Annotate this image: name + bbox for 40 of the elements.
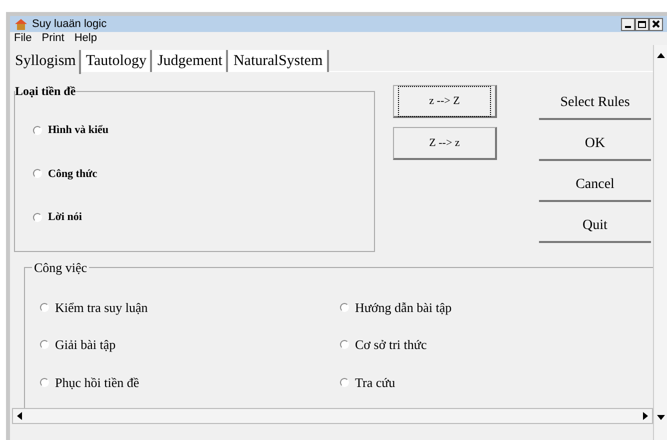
window-title: Suy luaän logic [32, 16, 107, 32]
convert-button[interactable]: Z --> z [393, 127, 497, 160]
radio-button[interactable] [40, 340, 49, 350]
horizontal-scrollbar[interactable] [12, 408, 653, 424]
radio-button[interactable] [33, 126, 42, 135]
radio-label[interactable]: Kiểm tra suy luận [55, 298, 148, 317]
maximize-button[interactable] [635, 18, 649, 30]
radio-button[interactable] [33, 169, 42, 178]
radio-label[interactable]: Hình và kiểu [48, 122, 109, 138]
radio-button[interactable] [40, 302, 49, 312]
radio-label[interactable]: Lời nói [48, 209, 82, 226]
up-arrow-icon[interactable] [656, 53, 664, 58]
down-arrow-icon[interactable] [656, 415, 664, 420]
radio-label[interactable]: Giải bài tập [55, 335, 116, 354]
tab[interactable]: Syllogism [12, 50, 81, 74]
radio-button[interactable] [33, 212, 42, 222]
convert-button[interactable]: z --> Z [393, 85, 497, 118]
minimize-button[interactable] [621, 18, 635, 30]
left-arrow-icon[interactable] [17, 412, 22, 420]
group-title: Loại tiền đề [15, 83, 76, 100]
menu-item[interactable]: Print [42, 32, 64, 45]
menu-item[interactable]: Help [74, 32, 97, 45]
radio-label[interactable]: Phục hồi tiền đề [55, 372, 140, 392]
radio-button[interactable] [340, 302, 349, 312]
radio-label[interactable]: Hướng dẫn bài tập [355, 298, 452, 317]
radio-label[interactable]: Cơ sở tri thức [355, 335, 427, 354]
house-icon [14, 18, 28, 30]
group-title: Công việc [33, 259, 88, 277]
vertical-scrollbar[interactable] [653, 45, 667, 440]
menu-item[interactable]: File [14, 32, 32, 45]
tab[interactable]: Judgement [152, 50, 228, 72]
radio-label[interactable]: Tra cứu [355, 372, 396, 392]
tab[interactable]: NaturalSystem [228, 50, 329, 72]
radio-label[interactable]: Công thức [48, 166, 98, 182]
radio-button[interactable] [340, 340, 349, 350]
close-button[interactable] [649, 18, 663, 30]
radio-button[interactable] [340, 378, 349, 387]
right-arrow-icon[interactable] [643, 412, 648, 420]
tab[interactable]: Tautology [80, 50, 152, 72]
radio-button[interactable] [40, 378, 49, 387]
